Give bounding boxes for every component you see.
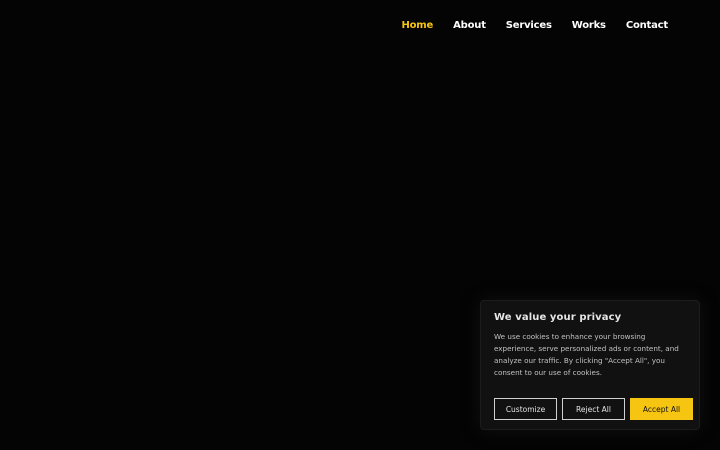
nav-link-contact[interactable]: Contact	[626, 20, 668, 31]
page: Home About Services Works Contact We val…	[0, 0, 720, 450]
cookie-banner-title: We value your privacy	[494, 312, 622, 323]
reject-all-button[interactable]: Reject All	[562, 398, 625, 420]
cookie-consent-banner: We value your privacy We use cookies to …	[480, 300, 700, 430]
accept-all-button[interactable]: Accept All	[630, 398, 693, 420]
main-nav: Home About Services Works Contact	[401, 20, 668, 31]
nav-link-home[interactable]: Home	[401, 20, 433, 31]
nav-link-about[interactable]: About	[453, 20, 486, 31]
customize-button[interactable]: Customize	[494, 398, 557, 420]
nav-link-services[interactable]: Services	[506, 20, 552, 31]
cookie-banner-actions: Customize Reject All Accept All	[494, 398, 693, 420]
nav-link-works[interactable]: Works	[572, 20, 606, 31]
cookie-banner-text: We use cookies to enhance your browsing …	[494, 332, 679, 377]
